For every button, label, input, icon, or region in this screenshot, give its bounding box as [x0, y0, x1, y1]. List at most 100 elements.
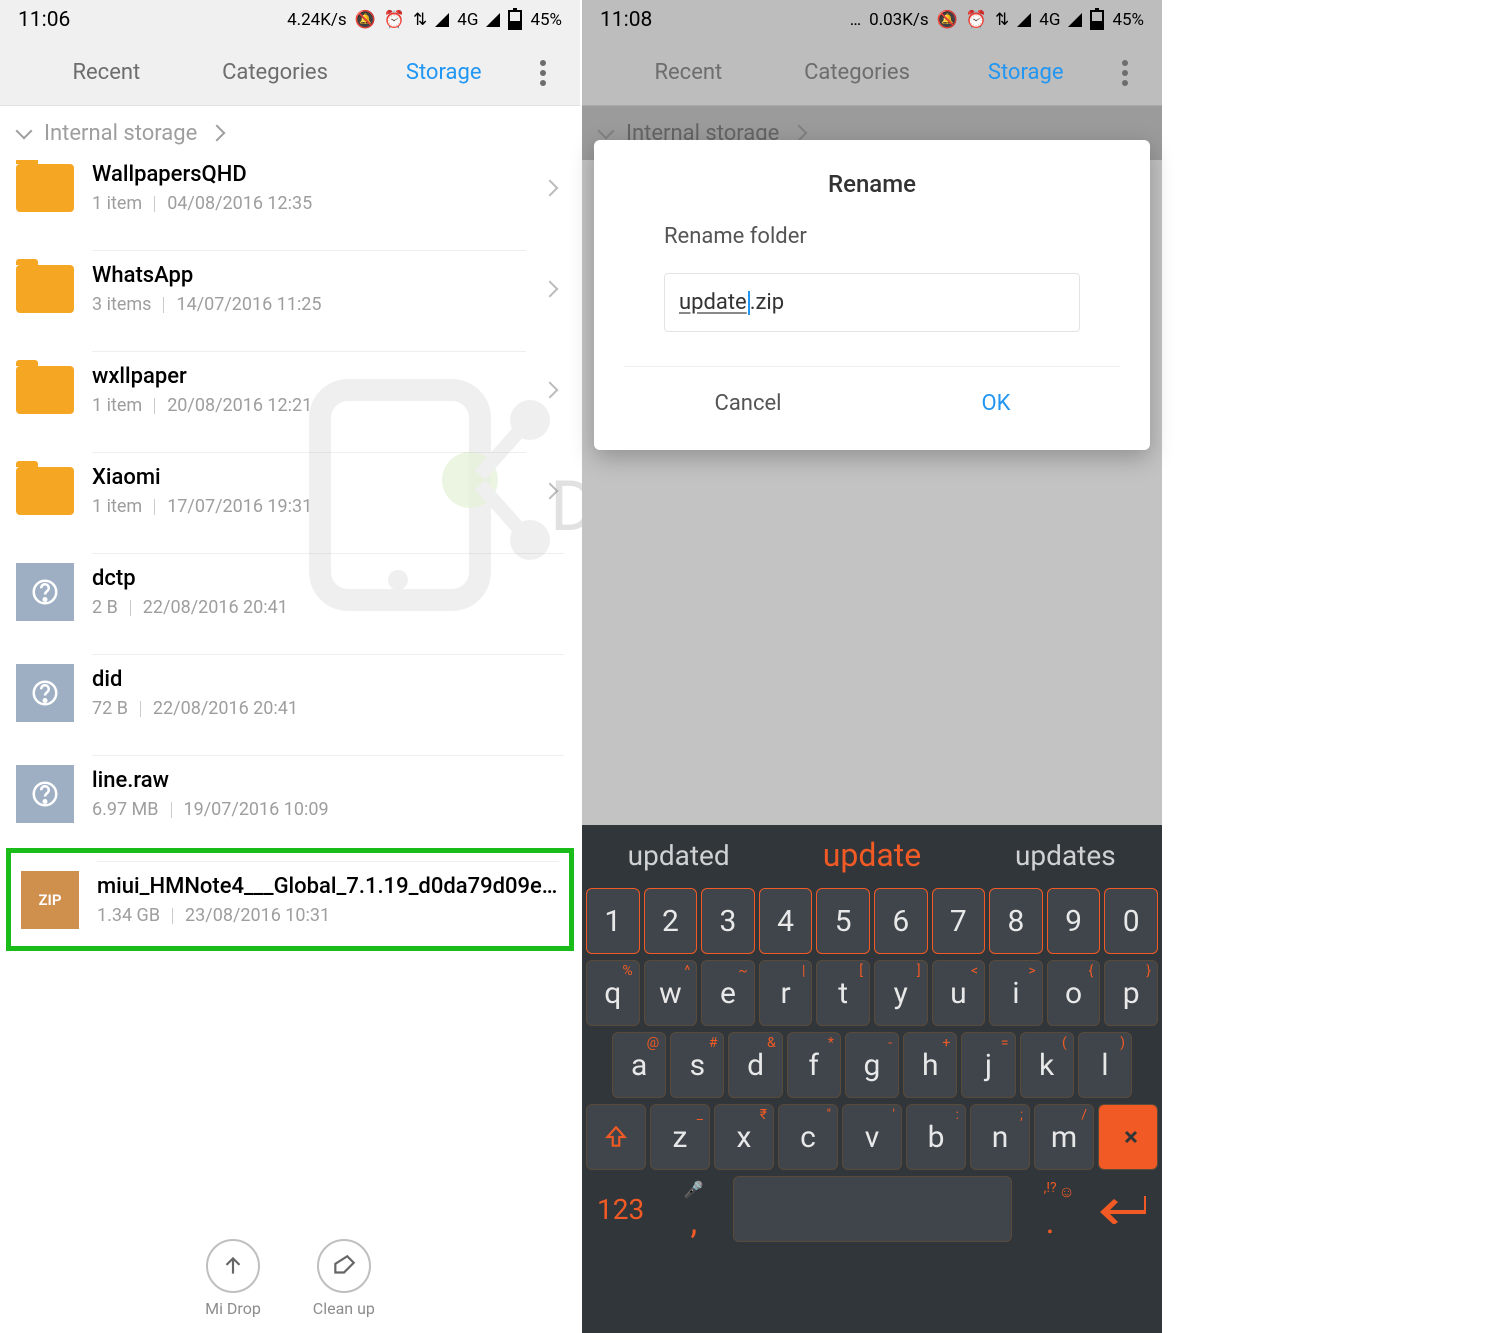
key-c[interactable]: c"	[778, 1104, 838, 1170]
left-screenshot: 11:06 4.24K/s 🔕 ⏰ ⇅ 4G 45% Recent Catego…	[0, 0, 580, 1333]
key-b[interactable]: b:	[906, 1104, 966, 1170]
key-t[interactable]: t[	[816, 960, 870, 1026]
key-9[interactable]: 9	[1047, 888, 1101, 954]
overflow-menu-icon[interactable]	[528, 60, 558, 86]
overflow-menu-icon[interactable]	[1110, 60, 1140, 86]
dialog-buttons: Cancel OK	[624, 366, 1120, 420]
file-info: line.raw6.97 MB19/07/2016 10:09	[92, 755, 564, 832]
key-e[interactable]: e~	[701, 960, 755, 1026]
key-row-bottom: 123 🎤, ,!?☺.	[582, 1173, 1162, 1245]
key-d[interactable]: d&	[728, 1032, 782, 1098]
key-enter[interactable]	[1089, 1176, 1158, 1242]
file-row[interactable]: WhatsApp3 items14/07/2016 11:25	[0, 238, 580, 339]
key-shift[interactable]	[586, 1104, 646, 1170]
key-8[interactable]: 8	[989, 888, 1043, 954]
status-icons: 4.24K/s 🔕 ⏰ ⇅ 4G 45%	[287, 10, 562, 30]
alarm-icon: ⏰	[966, 10, 987, 30]
mi-drop-button[interactable]: Mi Drop	[205, 1239, 261, 1318]
clock: 11:06	[18, 8, 70, 32]
key-h[interactable]: h+	[903, 1032, 957, 1098]
file-row[interactable]: dctp2 B22/08/2016 20:41	[0, 541, 580, 642]
status-icons: … 0.03K/s 🔕 ⏰ ⇅ 4G 45%	[850, 10, 1144, 30]
file-name: wxllpaper	[92, 364, 526, 389]
signal-icon	[1017, 13, 1031, 27]
key-k[interactable]: k(	[1020, 1032, 1074, 1098]
ok-button[interactable]: OK	[872, 387, 1120, 420]
mi-drop-label: Mi Drop	[205, 1299, 261, 1318]
key-comma[interactable]: 🎤,	[659, 1176, 728, 1242]
chevron-right-icon	[542, 381, 559, 398]
key-6[interactable]: 6	[874, 888, 928, 954]
file-meta: 3 items14/07/2016 11:25	[92, 294, 526, 315]
key-space[interactable]	[733, 1176, 1012, 1242]
tab-storage[interactable]: Storage	[359, 60, 528, 85]
key-i[interactable]: i>	[989, 960, 1043, 1026]
key-5[interactable]: 5	[816, 888, 870, 954]
tab-storage[interactable]: Storage	[941, 60, 1110, 85]
folder-icon	[16, 164, 74, 212]
rename-input[interactable]: update.zip	[664, 273, 1080, 332]
key-0[interactable]: 0	[1104, 888, 1158, 954]
key-a[interactable]: a@	[612, 1032, 666, 1098]
key-r[interactable]: r|	[759, 960, 813, 1026]
key-4[interactable]: 4	[759, 888, 813, 954]
suggestion-2[interactable]: update	[775, 825, 968, 885]
file-row[interactable]: wxllpaper1 item20/08/2016 12:21	[0, 339, 580, 440]
key-q[interactable]: q%	[586, 960, 640, 1026]
key-m[interactable]: m/	[1034, 1104, 1094, 1170]
file-row[interactable]: ZIPmiui_HMNote4___Global_7.1.19_d0da79d0…	[6, 848, 574, 951]
key-y[interactable]: y]	[874, 960, 928, 1026]
breadcrumb[interactable]: Internal storage	[0, 106, 580, 160]
key-v[interactable]: v'	[842, 1104, 902, 1170]
file-info: Xiaomi1 item17/07/2016 19:31	[92, 452, 526, 529]
rename-input-rest: .zip	[750, 290, 784, 315]
key-o[interactable]: o{	[1047, 960, 1101, 1026]
file-info: dctp2 B22/08/2016 20:41	[92, 553, 564, 630]
file-info: WallpapersQHD1 item04/08/2016 12:35	[92, 160, 526, 226]
chevron-down-icon	[16, 123, 33, 140]
file-row[interactable]: WallpapersQHD1 item04/08/2016 12:35	[0, 160, 580, 238]
keyboard[interactable]: updated update updates 1234567890 q%w^e~…	[582, 825, 1162, 1333]
key-2[interactable]: 2	[644, 888, 698, 954]
status-bar: 11:08 … 0.03K/s 🔕 ⏰ ⇅ 4G 45%	[582, 0, 1162, 40]
chevron-right-icon	[542, 180, 559, 197]
tab-categories[interactable]: Categories	[191, 60, 360, 85]
key-l[interactable]: l)	[1078, 1032, 1132, 1098]
key-backspace[interactable]	[1098, 1104, 1158, 1170]
key-7[interactable]: 7	[932, 888, 986, 954]
key-z[interactable]: z_	[650, 1104, 710, 1170]
key-symbols[interactable]: 123	[586, 1176, 655, 1242]
signal2-icon	[1068, 13, 1082, 27]
key-x[interactable]: x₹	[714, 1104, 774, 1170]
file-row[interactable]: did72 B22/08/2016 20:41	[0, 642, 580, 743]
file-info: did72 B22/08/2016 20:41	[92, 654, 564, 731]
key-1[interactable]: 1	[586, 888, 640, 954]
key-g[interactable]: g-	[845, 1032, 899, 1098]
key-p[interactable]: p}	[1104, 960, 1158, 1026]
cancel-button[interactable]: Cancel	[624, 387, 872, 420]
tab-recent[interactable]: Recent	[22, 60, 191, 85]
rename-dialog: Rename Rename folder update.zip Cancel O…	[594, 140, 1150, 450]
file-row[interactable]: Xiaomi1 item17/07/2016 19:31	[0, 440, 580, 541]
file-row[interactable]: line.raw6.97 MB19/07/2016 10:09	[0, 743, 580, 844]
key-j[interactable]: j=	[961, 1032, 1015, 1098]
key-period[interactable]: ,!?☺.	[1016, 1176, 1085, 1242]
key-n[interactable]: n;	[970, 1104, 1030, 1170]
tab-recent[interactable]: Recent	[604, 60, 773, 85]
key-w[interactable]: w^	[644, 960, 698, 1026]
suggestion-3[interactable]: updates	[969, 825, 1162, 885]
key-s[interactable]: s#	[670, 1032, 724, 1098]
suggestion-1[interactable]: updated	[582, 825, 775, 885]
file-name: dctp	[92, 566, 564, 591]
file-list[interactable]: WallpapersQHD1 item04/08/2016 12:35 Whats…	[0, 160, 580, 1223]
key-3[interactable]: 3	[701, 888, 755, 954]
dialog-title: Rename	[624, 170, 1120, 198]
key-f[interactable]: f*	[787, 1032, 841, 1098]
tab-bar: Recent Categories Storage	[582, 40, 1162, 106]
tab-categories[interactable]: Categories	[773, 60, 942, 85]
key-u[interactable]: u<	[932, 960, 986, 1026]
clean-up-button[interactable]: Clean up	[313, 1239, 375, 1318]
network-label: 4G	[457, 10, 478, 30]
mic-icon: 🎤	[684, 1180, 704, 1199]
key-row-numbers: 1234567890	[582, 885, 1162, 957]
